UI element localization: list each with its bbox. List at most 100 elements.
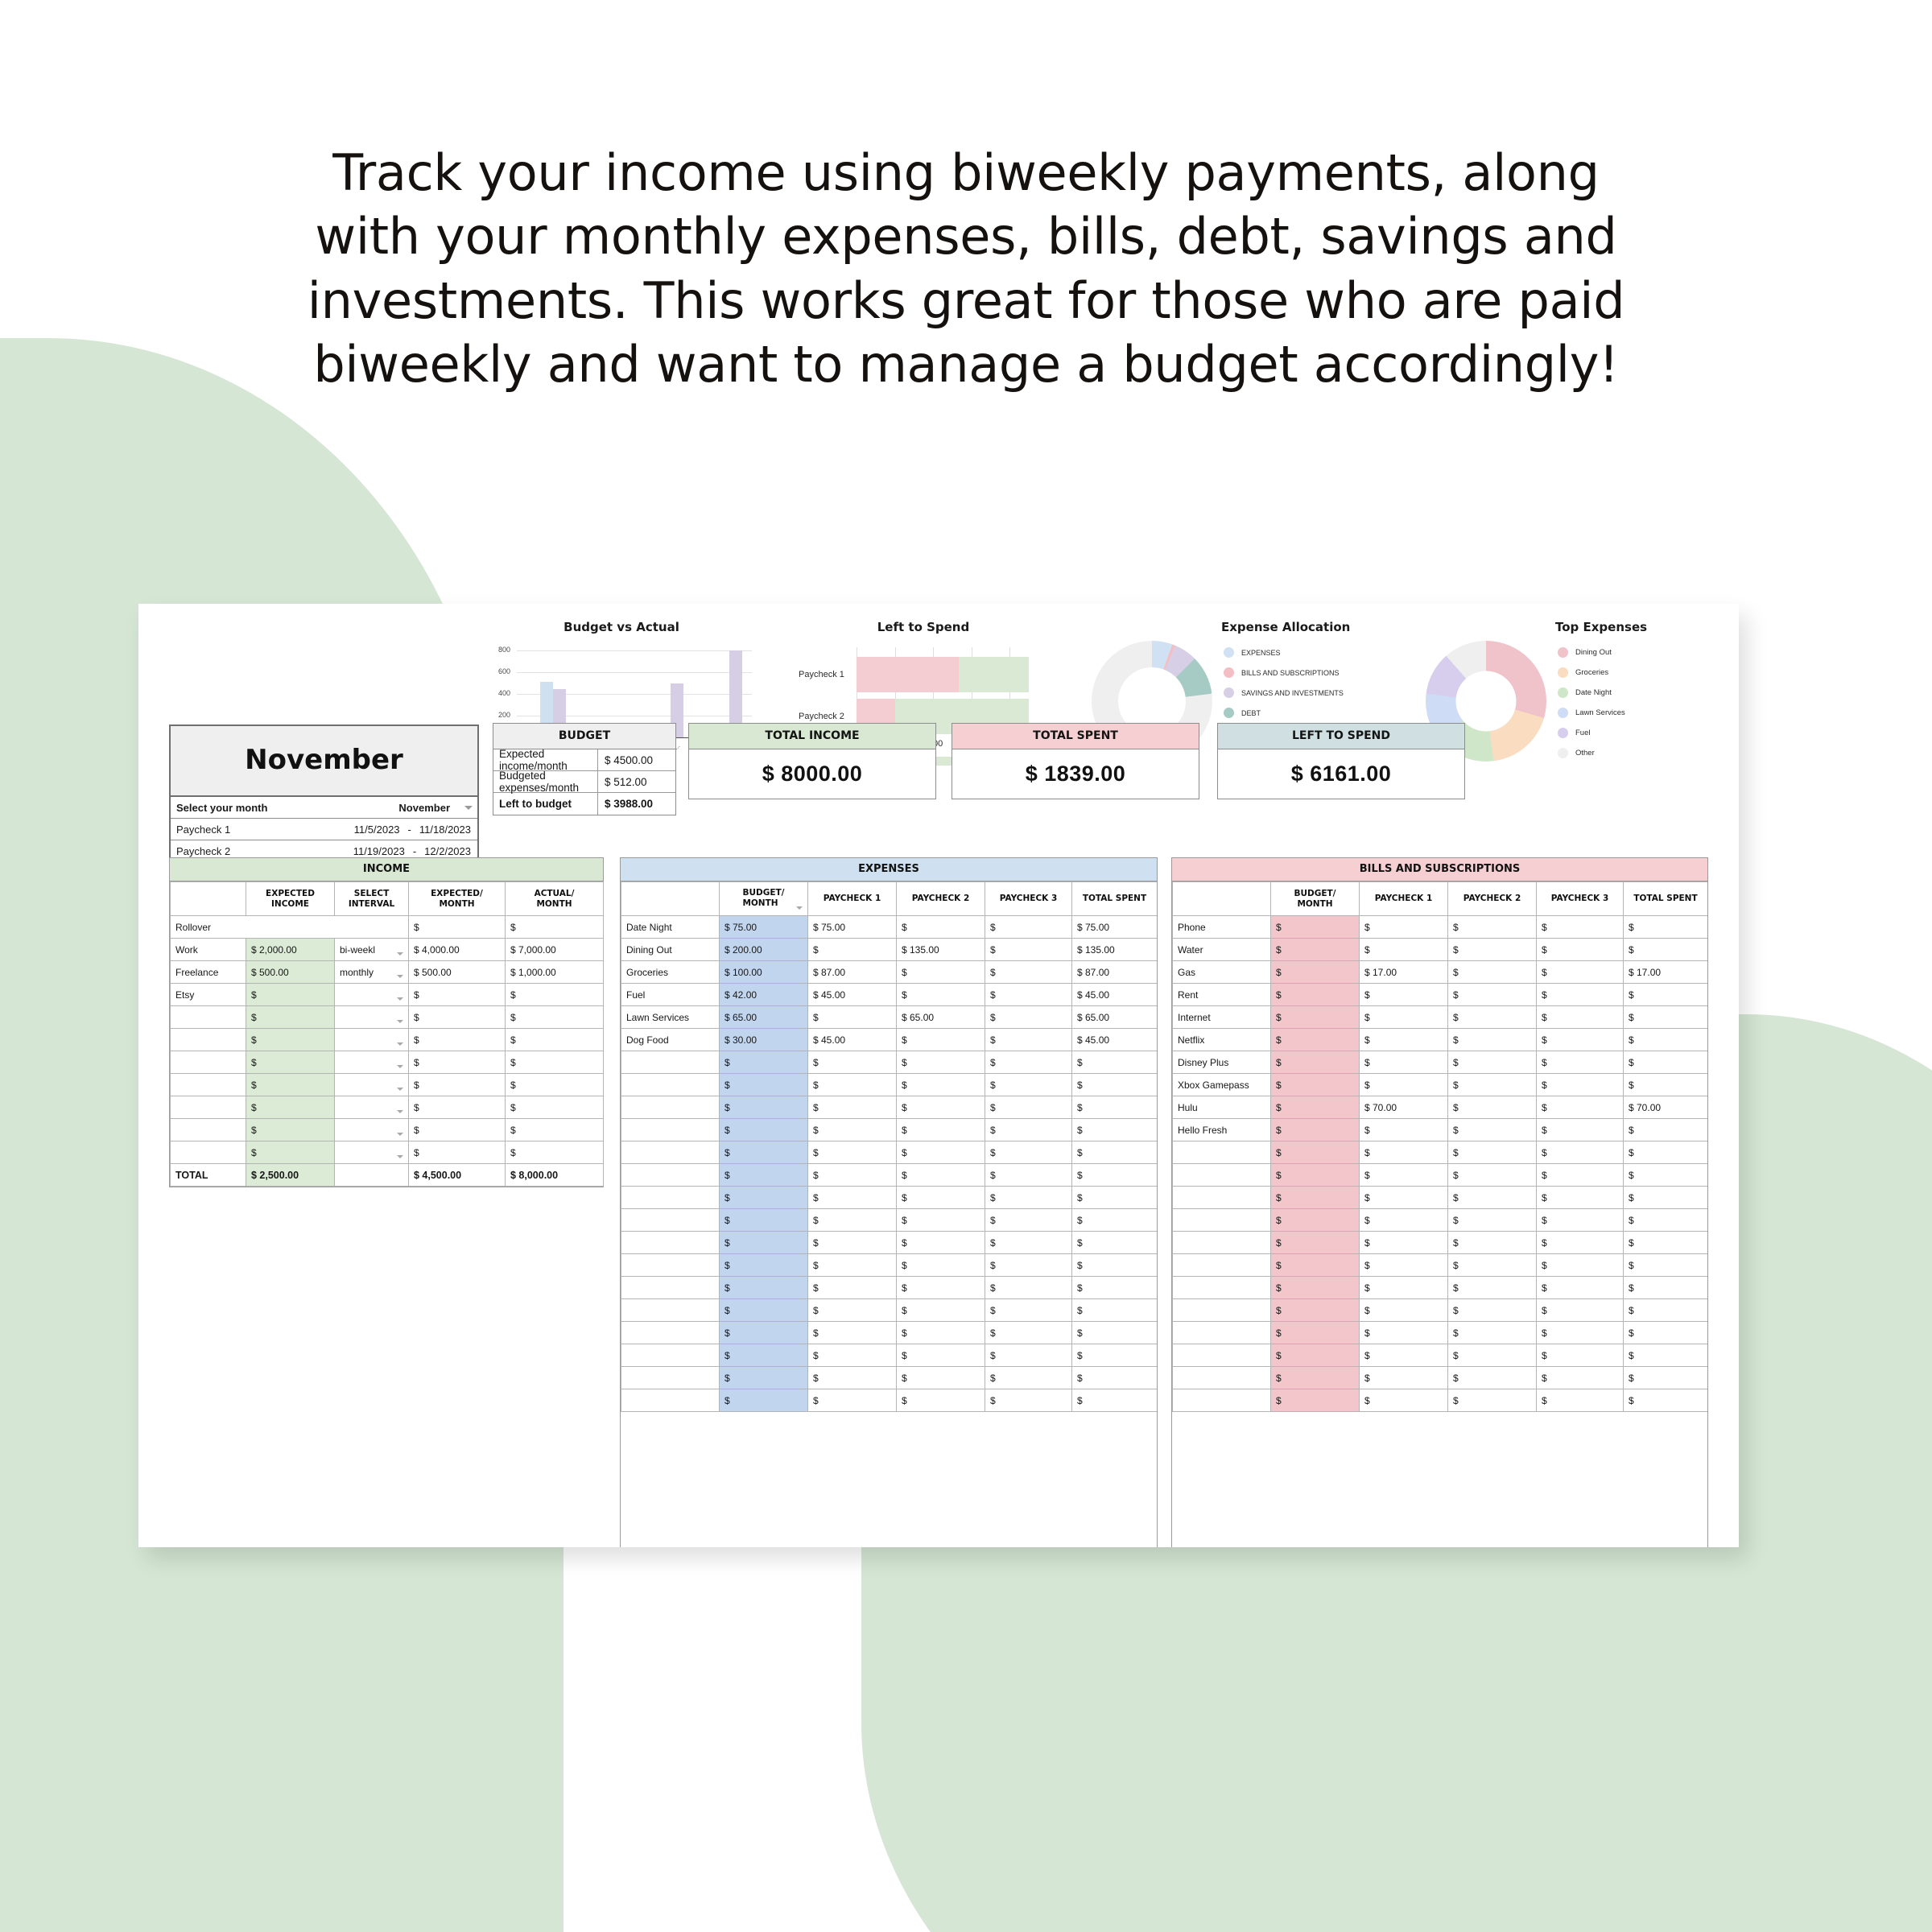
expense-paycheck-2[interactable]: $ [896, 960, 985, 984]
bill-budget-month[interactable]: $ [1270, 1344, 1360, 1367]
expense-budget-month[interactable]: $ [719, 1366, 808, 1389]
income-actual-month[interactable]: $ [505, 915, 604, 939]
bill-paycheck-2[interactable]: $ [1447, 1389, 1537, 1412]
table-row[interactable]: Dog Food $ 30.00 $ 45.00 $ $ $ 45.00 [621, 1028, 1157, 1051]
table-row[interactable]: $ $ $ $ $ [1172, 1231, 1707, 1254]
bill-paycheck-1[interactable]: $ [1359, 983, 1448, 1006]
bill-paycheck-1[interactable]: $ [1359, 1163, 1448, 1187]
bill-row-name[interactable]: Water [1172, 938, 1271, 961]
expense-row-name[interactable] [621, 1366, 720, 1389]
bill-row-name[interactable]: Internet [1172, 1005, 1271, 1029]
expense-paycheck-3[interactable]: $ [985, 1389, 1072, 1412]
expense-paycheck-1[interactable]: $ 45.00 [807, 983, 897, 1006]
table-row[interactable]: Hello Fresh $ $ $ $ $ [1172, 1118, 1707, 1141]
expense-budget-month[interactable]: $ [719, 1073, 808, 1096]
expense-row-name[interactable] [621, 1141, 720, 1164]
bill-paycheck-3[interactable]: $ [1536, 1186, 1624, 1209]
table-row[interactable]: Groceries $ 100.00 $ 87.00 $ $ $ 87.00 [621, 960, 1157, 984]
income-interval-select[interactable] [334, 1141, 409, 1164]
income-interval-select[interactable] [334, 1028, 409, 1051]
income-row-name[interactable] [170, 1073, 246, 1096]
bill-budget-month[interactable]: $ [1270, 1366, 1360, 1389]
bill-budget-month[interactable]: $ [1270, 1186, 1360, 1209]
expense-paycheck-1[interactable]: $ [807, 1141, 897, 1164]
bill-paycheck-3[interactable]: $ [1536, 1321, 1624, 1344]
expense-paycheck-3[interactable]: $ [985, 1051, 1072, 1074]
expense-budget-month[interactable]: $ 200.00 [719, 938, 808, 961]
bill-row-name[interactable] [1172, 1344, 1271, 1367]
chevron-down-icon[interactable] [397, 1109, 403, 1113]
table-row[interactable]: Hulu $ $ 70.00 $ $ $ 70.00 [1172, 1096, 1707, 1119]
expense-budget-month[interactable]: $ [719, 1096, 808, 1119]
income-row-name[interactable]: Work [170, 938, 246, 961]
bill-paycheck-3[interactable]: $ [1536, 1163, 1624, 1187]
table-row[interactable]: Rollover $ $ [170, 915, 604, 939]
bill-paycheck-2[interactable]: $ [1447, 1096, 1537, 1119]
table-row[interactable]: $ $ $ $ $ [621, 1321, 1157, 1344]
expense-paycheck-3[interactable]: $ [985, 1096, 1072, 1119]
bill-budget-month[interactable]: $ [1270, 960, 1360, 984]
bill-paycheck-2[interactable]: $ [1447, 1051, 1537, 1074]
table-row[interactable]: Etsy $ $ $ [170, 983, 604, 1006]
table-row[interactable]: Work $ 2,000.00 bi-weekl $ 4,000.00 $ 7,000.… [170, 938, 604, 961]
bill-row-name[interactable]: Gas [1172, 960, 1271, 984]
expense-budget-month[interactable]: $ 100.00 [719, 960, 808, 984]
income-interval-select[interactable]: monthly [334, 960, 409, 984]
table-row[interactable]: Disney Plus $ $ $ $ $ [1172, 1051, 1707, 1074]
expense-paycheck-3[interactable]: $ [985, 983, 1072, 1006]
bill-row-name[interactable]: Disney Plus [1172, 1051, 1271, 1074]
income-actual-month[interactable]: $ [505, 1051, 604, 1074]
table-row[interactable]: $ $ $ $ $ [1172, 1186, 1707, 1209]
bill-budget-month[interactable]: $ [1270, 1298, 1360, 1322]
table-row[interactable]: $ $ $ [170, 1141, 604, 1164]
bill-paycheck-1[interactable]: $ [1359, 1141, 1448, 1164]
expense-paycheck-1[interactable]: $ [807, 1253, 897, 1277]
expense-paycheck-1[interactable]: $ [807, 1298, 897, 1322]
chevron-down-icon[interactable] [796, 906, 803, 910]
bill-paycheck-1[interactable]: $ [1359, 1321, 1448, 1344]
expense-paycheck-2[interactable]: $ [896, 1253, 985, 1277]
income-expected-month[interactable]: $ [408, 1096, 506, 1119]
expense-paycheck-2[interactable]: $ [896, 983, 985, 1006]
table-row[interactable]: $ $ $ $ $ [621, 1253, 1157, 1277]
bill-paycheck-2[interactable]: $ [1447, 1028, 1537, 1051]
expense-budget-month[interactable]: $ [719, 1321, 808, 1344]
table-row[interactable]: Phone $ $ $ $ $ [1172, 915, 1707, 939]
bill-row-name[interactable] [1172, 1208, 1271, 1232]
bill-paycheck-2[interactable]: $ [1447, 1344, 1537, 1367]
chevron-down-icon[interactable] [464, 805, 473, 810]
table-row[interactable]: $ $ $ $ $ [621, 1344, 1157, 1367]
expense-paycheck-3[interactable]: $ [985, 915, 1072, 939]
expense-paycheck-2[interactable]: $ [896, 1028, 985, 1051]
bill-row-name[interactable]: Hello Fresh [1172, 1118, 1271, 1141]
month-select-row[interactable]: Select your month November [171, 797, 477, 819]
income-interval-select[interactable] [334, 1005, 409, 1029]
table-row[interactable]: $ $ $ [170, 1096, 604, 1119]
expense-paycheck-3[interactable]: $ [985, 960, 1072, 984]
bill-paycheck-3[interactable]: $ [1536, 1366, 1624, 1389]
bill-paycheck-3[interactable]: $ [1536, 1253, 1624, 1277]
expense-budget-month[interactable]: $ [719, 1389, 808, 1412]
expense-paycheck-3[interactable]: $ [985, 1253, 1072, 1277]
expense-budget-month[interactable]: $ [719, 1344, 808, 1367]
bill-budget-month[interactable]: $ [1270, 1051, 1360, 1074]
table-row[interactable]: $ $ $ [170, 1118, 604, 1141]
expense-row-name[interactable] [621, 1231, 720, 1254]
expense-row-name[interactable]: Fuel [621, 983, 720, 1006]
table-row[interactable]: $ $ $ $ $ [1172, 1253, 1707, 1277]
income-expected[interactable]: $ 500.00 [246, 960, 335, 984]
income-expected-month[interactable]: $ [408, 983, 506, 1006]
expense-paycheck-2[interactable]: $ [896, 1186, 985, 1209]
table-row[interactable]: Lawn Services $ 65.00 $ $ 65.00 $ $ 65.00 [621, 1005, 1157, 1029]
expense-row-name[interactable] [621, 1096, 720, 1119]
bill-paycheck-3[interactable]: $ [1536, 1231, 1624, 1254]
bill-paycheck-1[interactable]: $ 17.00 [1359, 960, 1448, 984]
bill-paycheck-3[interactable]: $ [1536, 1118, 1624, 1141]
income-row-name[interactable] [170, 1028, 246, 1051]
bill-paycheck-3[interactable]: $ [1536, 1028, 1624, 1051]
income-row-name[interactable] [170, 1005, 246, 1029]
table-row[interactable]: Gas $ $ 17.00 $ $ $ 17.00 [1172, 960, 1707, 984]
expense-paycheck-2[interactable]: $ [896, 1163, 985, 1187]
bill-paycheck-2[interactable]: $ [1447, 1253, 1537, 1277]
expense-paycheck-2[interactable]: $ [896, 1276, 985, 1299]
